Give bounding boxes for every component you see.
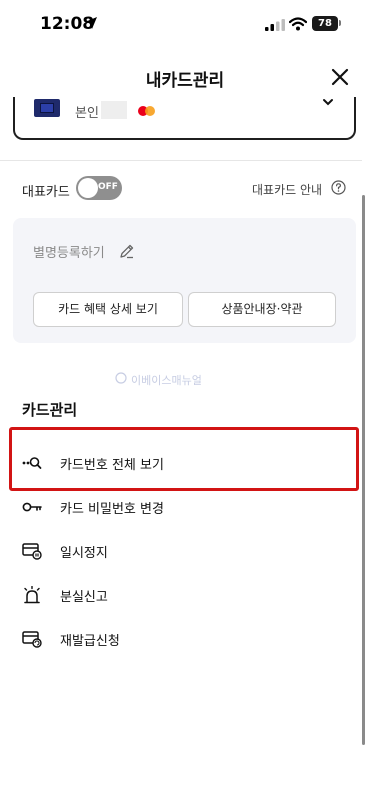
siren-icon bbox=[24, 586, 40, 604]
mastercard-logo-icon bbox=[138, 106, 155, 116]
battery-indicator: 78 bbox=[312, 16, 338, 31]
wifi-icon bbox=[289, 17, 307, 31]
watermark: 이베이스매뉴얼 bbox=[131, 374, 202, 387]
nickname-panel: 별명등록하기 카드 혜택 상세 보기 상품안내장·약관 bbox=[13, 218, 356, 343]
menu-item-temporary-suspension[interactable]: 일시정지 bbox=[22, 538, 352, 564]
menu-item-change-card-password[interactable]: 카드 비밀번호 변경 bbox=[22, 494, 352, 520]
card-number-mask bbox=[101, 101, 127, 119]
location-arrow-icon bbox=[85, 17, 97, 29]
pencil-icon[interactable] bbox=[119, 243, 135, 259]
toggle-state-text: OFF bbox=[98, 182, 118, 192]
card-benefit-detail-button[interactable]: 카드 혜택 상세 보기 bbox=[33, 292, 183, 327]
card-owner-label: 본인 bbox=[75, 106, 99, 121]
representative-card-info-link[interactable]: 대표카드 안내 bbox=[252, 181, 322, 198]
card-thumbnail bbox=[34, 99, 60, 117]
divider bbox=[0, 160, 362, 161]
status-bar: 12:08 78 bbox=[0, 0, 370, 50]
representative-card-toggle[interactable]: OFF bbox=[76, 176, 122, 200]
battery-tip bbox=[339, 20, 341, 26]
page-title: 내카드관리 bbox=[145, 71, 225, 91]
menu-item-label: 일시정지 bbox=[60, 546, 108, 561]
menu-item-label: 카드번호 전체 보기 bbox=[60, 458, 164, 473]
header: 내카드관리 bbox=[0, 55, 370, 99]
card-reissue-icon bbox=[22, 631, 42, 648]
close-icon[interactable] bbox=[328, 65, 352, 89]
menu-item-label: 분실신고 bbox=[60, 590, 108, 605]
chevron-down-icon[interactable] bbox=[321, 97, 335, 109]
card-selector[interactable]: 본인 bbox=[13, 97, 356, 140]
nickname-register-link[interactable]: 별명등록하기 bbox=[33, 242, 105, 261]
product-guide-terms-button[interactable]: 상품안내장·약관 bbox=[188, 292, 336, 327]
card-pause-icon bbox=[22, 543, 42, 560]
scrollbar[interactable] bbox=[362, 195, 365, 745]
menu-item-report-lost[interactable]: 분실신고 bbox=[22, 582, 352, 608]
help-circle-icon[interactable] bbox=[331, 180, 346, 195]
representative-card-label: 대표카드 bbox=[22, 185, 70, 200]
toggle-knob bbox=[78, 178, 98, 198]
menu-item-label: 재발급신청 bbox=[60, 634, 120, 649]
cell-signal-icon bbox=[265, 19, 285, 31]
key-search-icon bbox=[22, 457, 42, 469]
watermark-logo-icon bbox=[115, 372, 127, 384]
menu-item-view-full-card-number[interactable]: 카드번호 전체 보기 bbox=[22, 450, 352, 476]
key-icon bbox=[22, 502, 42, 512]
menu-item-label: 카드 비밀번호 변경 bbox=[60, 502, 164, 517]
card-management-title: 카드관리 bbox=[22, 401, 78, 419]
menu-item-reissue-request[interactable]: 재발급신청 bbox=[22, 626, 352, 652]
